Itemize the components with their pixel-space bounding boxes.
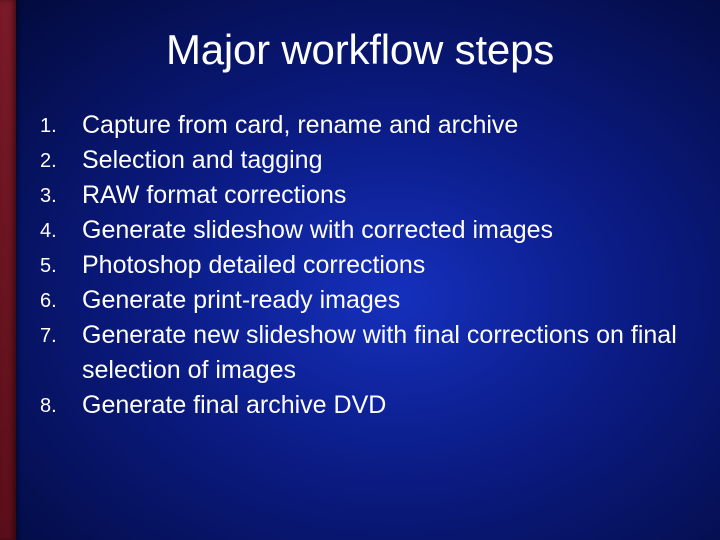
item-text: Photoshop detailed corrections <box>82 248 465 283</box>
item-number: 7. <box>40 318 82 350</box>
list-item: 2. Selection and tagging <box>40 143 720 178</box>
item-number: 1. <box>40 108 82 140</box>
item-number: 4. <box>40 213 82 245</box>
list-item: 7. Generate new slideshow with final cor… <box>40 318 720 388</box>
list-item: 3. RAW format corrections <box>40 178 720 213</box>
slide-title: Major workflow steps <box>0 0 720 108</box>
item-text: Capture from card, rename and archive <box>82 108 558 143</box>
item-number: 8. <box>40 388 82 420</box>
item-text: RAW format corrections <box>82 178 386 213</box>
list-item: 1. Capture from card, rename and archive <box>40 108 720 143</box>
item-number: 6. <box>40 283 82 315</box>
item-number: 2. <box>40 143 82 175</box>
item-number: 3. <box>40 178 82 210</box>
item-number: 5. <box>40 248 82 280</box>
step-list: 1. Capture from card, rename and archive… <box>0 108 720 423</box>
item-text: Selection and tagging <box>82 143 362 178</box>
left-accent-bar <box>0 0 16 540</box>
item-text: Generate final archive DVD <box>82 388 426 423</box>
item-text: Generate print-ready images <box>82 283 440 318</box>
item-text: Generate slideshow with corrected images <box>82 213 593 248</box>
list-item: 5. Photoshop detailed corrections <box>40 248 720 283</box>
list-item: 6. Generate print-ready images <box>40 283 720 318</box>
list-item: 4. Generate slideshow with corrected ima… <box>40 213 720 248</box>
item-text: Generate new slideshow with final correc… <box>82 318 720 388</box>
list-item: 8. Generate final archive DVD <box>40 388 720 423</box>
